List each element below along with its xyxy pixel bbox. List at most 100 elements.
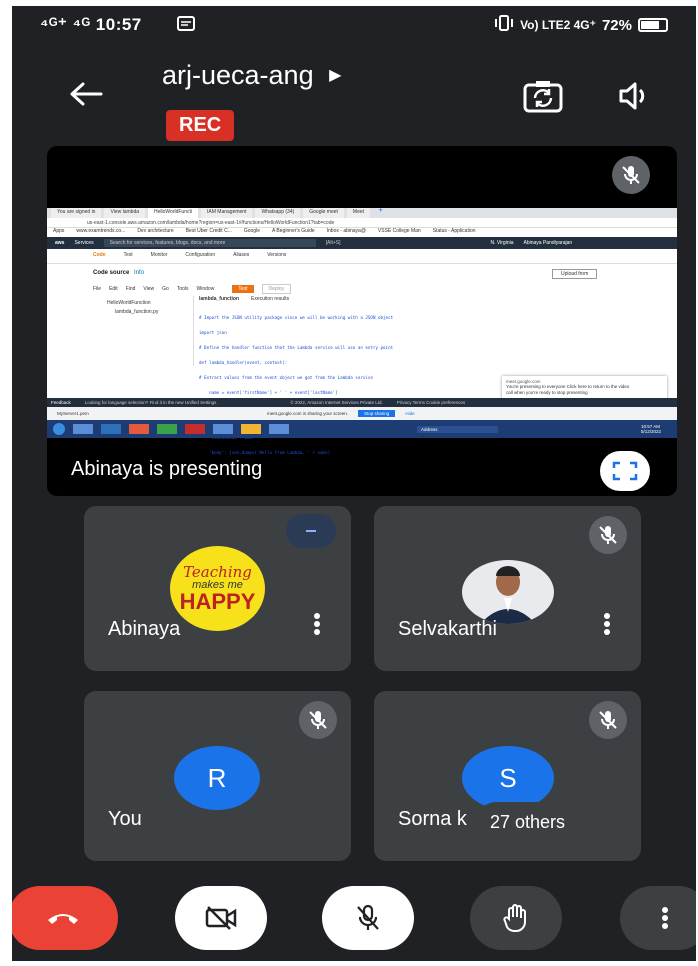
bookmark: Best Uber Credit C... [185,228,232,234]
code-line: import json [199,330,227,335]
code-line: # Import the JSON utility package since … [199,315,394,320]
browser-tab: HelloWorldFuncti [148,208,198,218]
menu-item: Go [162,286,169,292]
call-controls [12,878,696,961]
bookmark: Apps [53,228,65,234]
menu-item: Tools [176,286,189,292]
participant-name: Abinaya [108,618,181,640]
fullscreen-icon [612,461,638,481]
taskbar-app-icon [185,424,205,434]
participant-tile-sorna[interactable]: S Sorna k 27 others [374,691,641,861]
back-arrow-icon[interactable] [64,76,108,112]
bookmark: A Beginner's Guide [271,228,315,234]
status-time: ⁴ᴳ⁺ ⁴ᴳ 10:57 [40,15,142,34]
bookmark: Google [243,228,260,234]
speaker-icon[interactable] [610,76,658,116]
browser-tab: IAM Management [201,208,253,218]
footer-note: Looking for language selection? Find it … [84,400,217,405]
meeting-name: arj-ueca-ang [162,60,314,90]
message-icon [177,16,195,37]
participant-tile-you[interactable]: R You [84,691,351,861]
code-source-title: Code source Info [93,270,144,276]
chat-text: You're presenting to everyone Click here… [506,384,630,395]
stop-sharing-button: Stop sharing [358,410,396,417]
more-options-button[interactable] [620,886,696,950]
meet-app: ⁴ᴳ⁺ ⁴ᴳ 10:57 Vo) LTE2 4G⁺ 72% arj-ueca-a… [12,6,696,961]
lambda-tabs: Code Test Monitor Configuration Aliases … [47,252,677,264]
footer-copy: © 2022, Amazon Internet Services Private… [290,400,383,405]
tree-file: lambda_function.py [115,309,159,315]
lambda-tab: Versions [267,252,287,258]
network-label: Vo) LTE2 4G⁺ [520,18,596,32]
mic-off-icon [299,701,337,739]
mic-toggle-button[interactable] [322,886,414,950]
avatar: R [174,746,260,810]
footer-links: Privacy Terms Cookie preferences [396,400,466,405]
aws-nav: aws Services Search for services, featur… [47,237,677,249]
start-icon [53,423,65,435]
presentation-tile[interactable]: You are signed in View lambda HelloWorld… [47,146,677,496]
others-count-button[interactable]: 27 others [476,802,580,843]
avatar [462,560,554,624]
menu-item: Edit [109,286,118,292]
battery-percent: 72% [601,16,632,34]
browser-tab: Meet [346,208,371,218]
menu-item: Find [125,286,136,292]
fullscreen-button[interactable] [600,451,650,491]
status-right: Vo) LTE2 4G⁺ 72% [494,15,668,35]
aws-services: Services [74,240,94,246]
taskbar-app-icon [213,424,233,434]
menu-item: File [93,286,102,292]
participant-tile-abinaya[interactable]: Teaching makes me HAPPY Abinaya [84,506,351,671]
switch-camera-icon[interactable] [518,76,568,116]
file-tab: lambda_function [199,296,240,302]
info-link: Info [134,270,145,276]
mic-off-icon [589,701,627,739]
browser-tab: View lambda [104,208,146,218]
camera-off-icon [205,906,237,930]
taskbar-app-icon [241,424,261,434]
code-line: name = event['firstName'] + ' ' + event[… [199,390,338,395]
raise-hand-button[interactable] [470,886,562,950]
code-line: # Extract values from the event object w… [199,375,373,380]
end-call-button[interactable] [12,886,118,950]
new-tab: + [379,208,383,214]
meeting-title[interactable]: arj-ueca-ang ▶ [162,60,341,91]
avatar: S [462,746,554,810]
lambda-tab: Configuration [185,252,216,258]
file-tree: HelloWorldFunction lambda_function.py [93,296,194,366]
taskbar-clock: 10:57 AM 5/12/2022 [641,424,662,434]
camera-toggle-button[interactable] [175,886,267,950]
lambda-tab: Code [93,252,106,258]
participant-tile-selvakarthi[interactable]: Selvakarthi [374,506,641,671]
deploy-button: Deploy [261,284,292,294]
battery-icon [638,18,668,32]
phone-hangup-icon [48,914,78,924]
bookmark: VSSE College Man [377,228,421,234]
exec-tab: Execution results [251,296,290,302]
download-item: MyServer1.pem [57,411,89,416]
footer-feedback: Feedback [51,400,71,405]
menu-item: View [143,286,155,292]
aws-user: Abinaya Pandiyarajan [523,240,573,246]
taskbar-app-icon [269,424,289,434]
bookmarks-bar: Apps www.examtrends.co... Dev architectu… [47,228,677,237]
shared-screen: You are signed in View lambda HelloWorld… [47,208,677,470]
more-vert-icon[interactable] [603,612,611,641]
participant-name: Selvakarthi [398,618,497,640]
bookmark: Inbox - abinaya@ [326,228,366,234]
lambda-tab: Aliases [233,252,250,258]
bookmark: www.examtrends.co... [76,228,126,234]
audio-indicator [286,514,336,548]
taskbar-app-icon [73,424,93,434]
code-line: 'body': json.dumps('Hello from Lambda, '… [199,450,331,455]
menu-item: Window [196,286,215,292]
upload-from-button: Upload from [552,269,598,279]
bookmark: Dev architecture [137,228,174,234]
participant-name: You [108,808,142,830]
aws-region: N. Virginia [490,240,514,246]
tree-folder: HelloWorldFunction [107,300,151,306]
editor-tabs: lambda_function Execution results [199,296,289,302]
recording-badge: REC [166,110,235,141]
more-vert-icon[interactable] [313,612,321,641]
